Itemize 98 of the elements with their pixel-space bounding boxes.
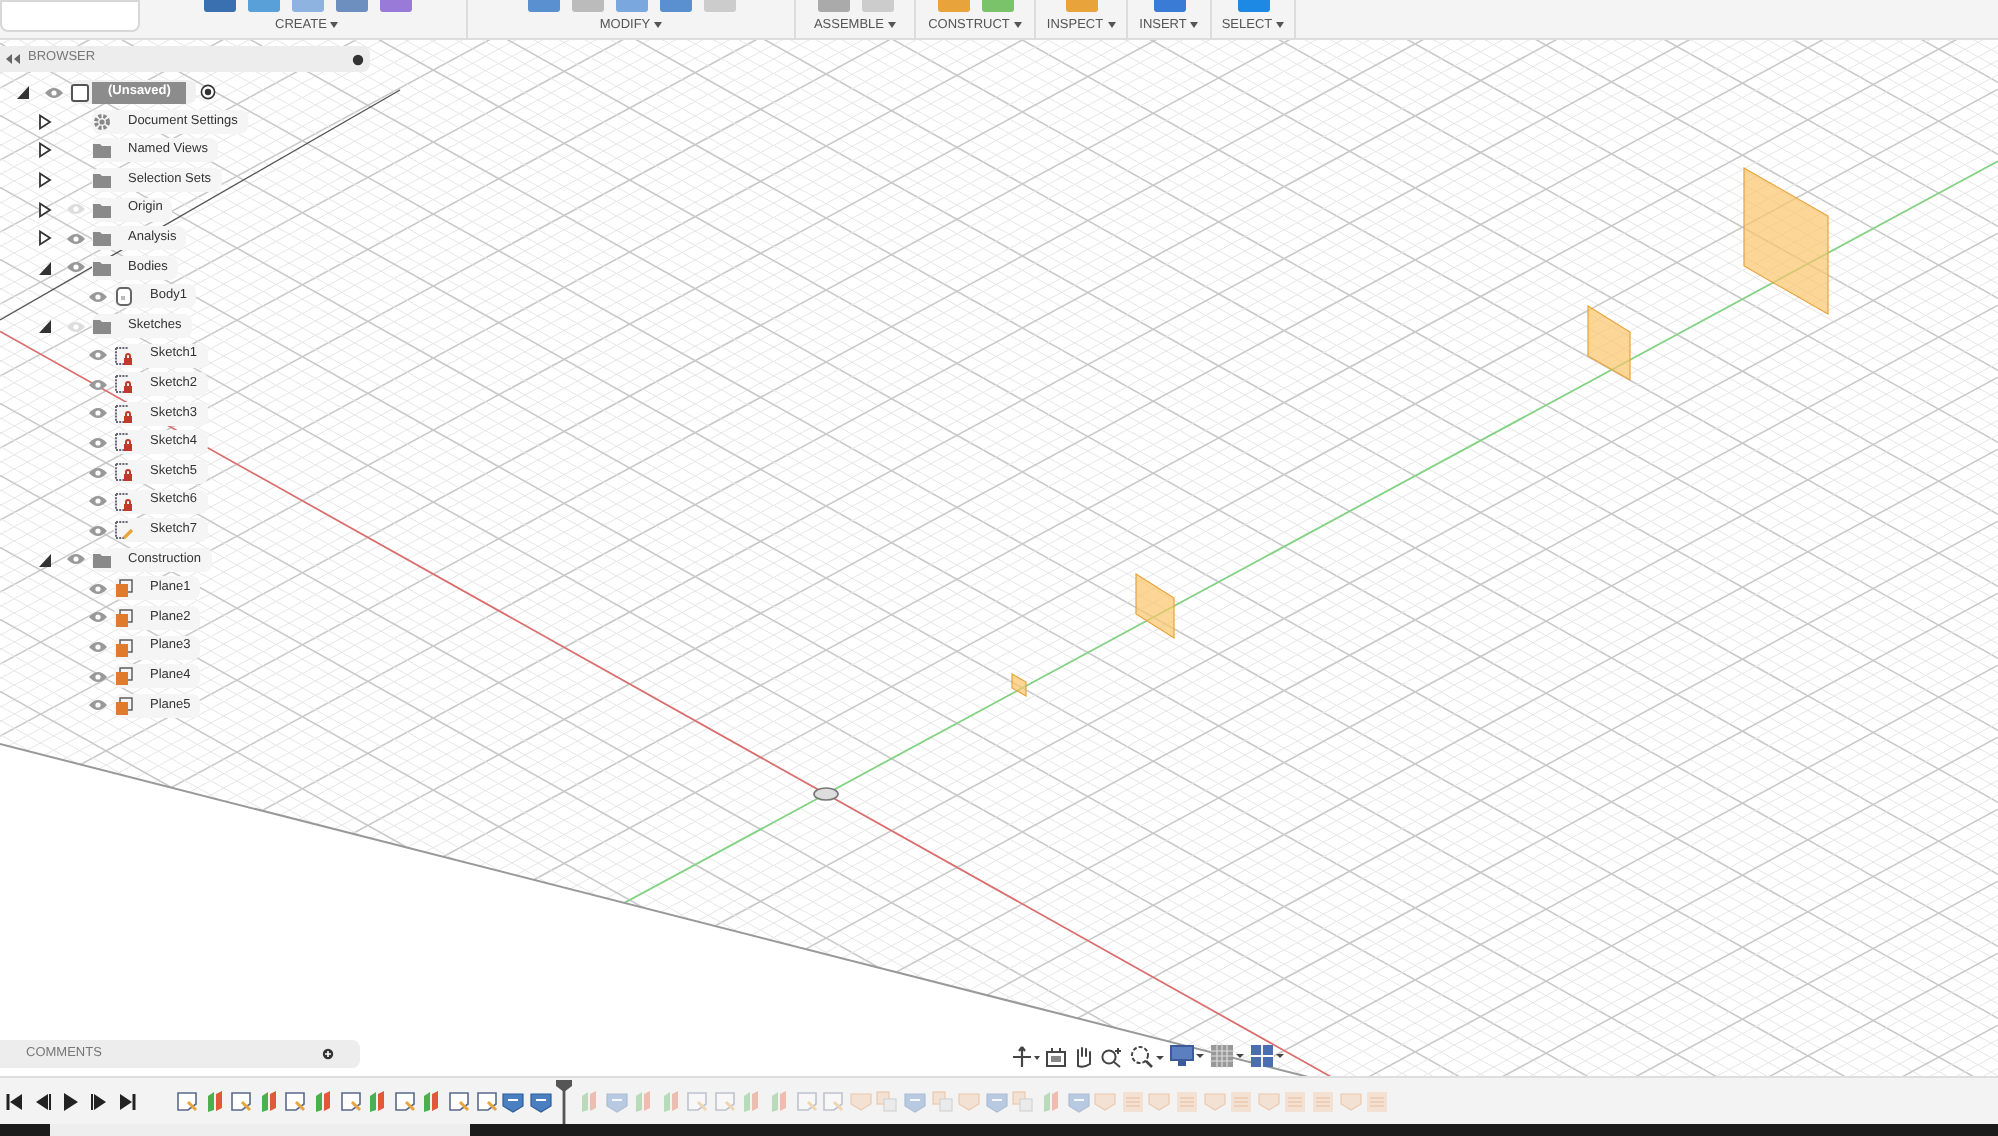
play-icon[interactable] [62, 1091, 80, 1111]
sketch-feature-icon[interactable] [284, 1089, 307, 1113]
go-to-start-icon[interactable] [6, 1091, 24, 1111]
eye-icon[interactable] [88, 610, 108, 625]
sketch-icon [114, 345, 134, 366]
eye-icon[interactable] [66, 231, 86, 246]
plane-icon [114, 666, 134, 687]
eye-icon[interactable] [88, 581, 108, 596]
sketch-icon [114, 491, 134, 512]
sketch-icon [114, 462, 134, 483]
folder-icon [92, 140, 112, 161]
expanded-arrow-icon[interactable] [16, 84, 30, 101]
plane-icon [114, 578, 134, 599]
construction-plane [1011, 672, 1027, 698]
extrude-feature-icon[interactable] [768, 1089, 791, 1113]
expanded-arrow-icon[interactable] [38, 551, 52, 568]
extrude-feature-icon[interactable] [366, 1089, 389, 1113]
grid-settings-icon[interactable] [1210, 1044, 1246, 1068]
sketch-feature-icon[interactable] [447, 1089, 470, 1113]
step-forward-icon[interactable] [90, 1091, 108, 1111]
caret-icon [888, 22, 897, 29]
collapse-icon[interactable] [6, 54, 20, 64]
caret-icon [1276, 22, 1285, 29]
construction-plane [1587, 304, 1631, 382]
sketch-feature-icon[interactable] [176, 1089, 198, 1113]
eye-icon[interactable] [44, 85, 64, 100]
folder-icon [92, 257, 112, 278]
eye-icon[interactable] [88, 289, 108, 304]
sketch-icon [114, 432, 134, 453]
sketch-icon [114, 374, 134, 395]
extrude-feature-icon[interactable] [632, 1089, 655, 1113]
expanded-arrow-icon[interactable] [38, 259, 52, 276]
eye-icon[interactable] [88, 669, 108, 684]
go-to-end-icon[interactable] [118, 1091, 136, 1111]
extrude-feature-icon[interactable] [203, 1089, 226, 1113]
plane-feature-icon[interactable] [529, 1089, 552, 1113]
eye-icon[interactable] [88, 435, 108, 450]
timeline-marker[interactable] [556, 1079, 573, 1123]
caret-icon [1013, 22, 1022, 29]
pan-icon[interactable] [1072, 1045, 1096, 1067]
data-panel-button[interactable] [0, 0, 140, 32]
sketch-feature-icon[interactable] [339, 1089, 362, 1113]
collapsed-arrow-icon[interactable] [38, 201, 52, 218]
collapsed-arrow-icon[interactable] [38, 172, 52, 189]
pin-icon[interactable] [352, 53, 364, 65]
origin-marker [813, 787, 839, 801]
folder-icon [92, 316, 112, 337]
eye-icon[interactable] [88, 465, 108, 480]
extrude-feature-icon[interactable] [257, 1089, 280, 1113]
plane-feature-icon[interactable] [502, 1089, 525, 1113]
eye-icon[interactable] [88, 348, 108, 363]
caret-icon [1107, 22, 1116, 29]
hidden-eye-icon[interactable] [66, 319, 86, 334]
folder-icon [92, 549, 112, 570]
caret-icon [654, 22, 663, 29]
eye-icon[interactable] [66, 552, 86, 567]
gear-icon [92, 111, 112, 132]
plane-icon [114, 637, 134, 658]
viewports-icon[interactable] [1250, 1044, 1286, 1068]
eye-icon[interactable] [88, 640, 108, 655]
sketch-feature-icon[interactable] [475, 1089, 498, 1113]
collapsed-arrow-icon[interactable] [38, 142, 52, 159]
activate-radio-icon[interactable] [200, 84, 217, 101]
folder-icon [92, 199, 112, 220]
fit-icon[interactable] [1128, 1044, 1166, 1068]
zoom-icon[interactable] [1100, 1045, 1124, 1067]
collapsed-arrow-icon[interactable] [38, 113, 52, 130]
extrude-feature-icon[interactable] [311, 1089, 334, 1113]
construction-plane [1135, 572, 1175, 640]
extrude-feature-icon[interactable] [740, 1089, 763, 1113]
sketch-feature-icon[interactable] [393, 1089, 416, 1113]
eye-icon[interactable] [66, 260, 86, 275]
eye-icon[interactable] [88, 377, 108, 392]
collapsed-arrow-icon[interactable] [38, 230, 52, 247]
display-settings-icon[interactable] [1170, 1044, 1206, 1068]
eye-icon[interactable] [88, 698, 108, 713]
extrude-feature-icon[interactable] [659, 1089, 682, 1113]
extrude-feature-icon[interactable] [420, 1089, 443, 1113]
extrude-feature-icon[interactable] [1040, 1089, 1062, 1113]
caret-icon [1190, 22, 1199, 29]
body-icon [114, 286, 134, 307]
sketch-icon [114, 520, 134, 541]
sketch-icon [114, 403, 134, 424]
caret-icon [330, 22, 339, 29]
folder-icon [92, 170, 112, 191]
eye-icon[interactable] [88, 494, 108, 509]
step-back-icon[interactable] [34, 1091, 52, 1111]
eye-icon[interactable] [88, 406, 108, 421]
plane-icon [114, 607, 134, 628]
sketch-feature-icon[interactable] [230, 1089, 253, 1113]
eye-icon[interactable] [88, 523, 108, 538]
folder-icon [92, 228, 112, 249]
plane-icon [114, 695, 134, 716]
component-icon [70, 82, 90, 103]
add-comment-icon[interactable] [322, 1048, 334, 1060]
orbit-icon[interactable] [1012, 1045, 1040, 1067]
look-at-icon[interactable] [1044, 1045, 1068, 1067]
expanded-arrow-icon[interactable] [38, 318, 52, 335]
